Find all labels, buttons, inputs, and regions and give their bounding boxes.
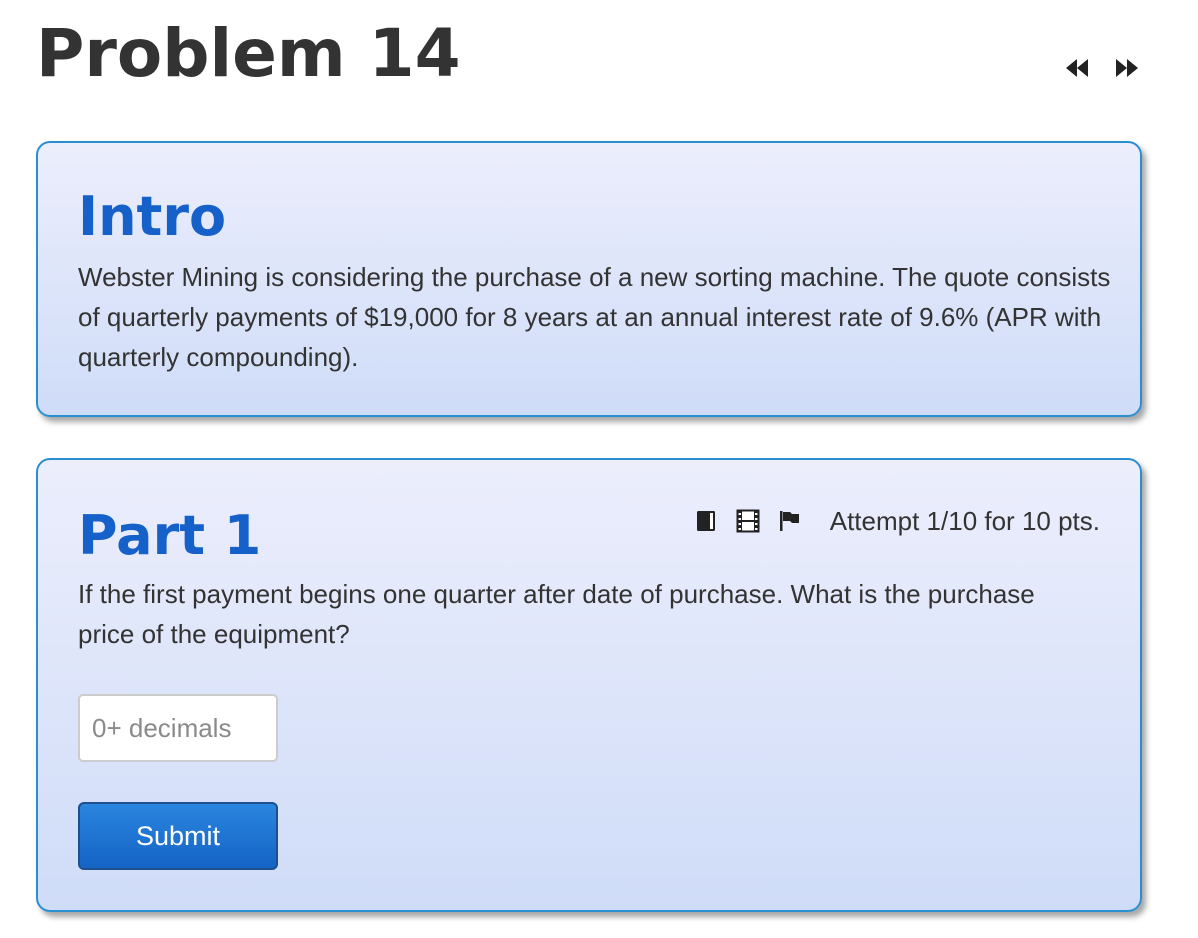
film-icon[interactable]: [736, 508, 760, 534]
attempt-counter: Attempt 1/10 for 10 pts.: [829, 506, 1100, 536]
problem-navigation: [1062, 56, 1142, 80]
intro-card: Intro Webster Mining is considering the …: [36, 141, 1142, 417]
submit-button[interactable]: Submit: [78, 802, 278, 870]
page-title: Problem 14: [36, 15, 461, 92]
part-toolbar: Attempt 1/10 for 10 pts.: [694, 506, 1100, 536]
part-1-heading: Part 1: [78, 504, 262, 567]
next-problem-button[interactable]: [1112, 56, 1142, 80]
intro-text: Webster Mining is considering the purcha…: [78, 262, 1111, 372]
part-1-card: Part 1 Attempt 1/10 for 10 pts. If the f…: [36, 458, 1142, 912]
book-icon[interactable]: [694, 508, 718, 534]
intro-heading: Intro: [78, 185, 227, 248]
double-left-arrow-icon: [1066, 59, 1088, 77]
problem-page: Problem 14 Intro Webster Mining is consi…: [0, 0, 1198, 938]
double-right-arrow-icon: [1116, 59, 1138, 77]
answer-input[interactable]: [78, 694, 278, 762]
part-1-question: If the first payment begins one quarter …: [78, 579, 1035, 649]
previous-problem-button[interactable]: [1062, 56, 1092, 80]
flag-icon[interactable]: [778, 508, 802, 534]
